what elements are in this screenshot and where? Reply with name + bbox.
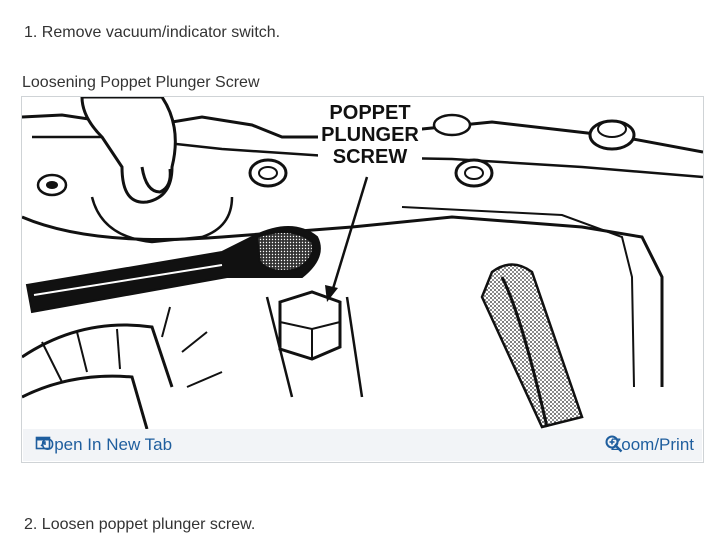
callout-arrow [330,176,369,293]
bolt-hole-right [454,158,494,188]
step-2-text: 2. Loosen poppet plunger screw. [24,516,256,533]
step-1-text: 1. Remove vacuum/indicator switch. [24,24,281,41]
stippled-channel [480,263,584,429]
callout-line-2: PLUNGER [321,124,419,146]
callout-label: POPPET PLUNGER SCREW [318,99,422,168]
poppet-plunger-screw [265,290,364,398]
bolt-hole-left [36,173,68,197]
zoom-print-link[interactable]: Zoom/Print [605,435,694,455]
callout-line-1: POPPET [329,102,410,124]
callout-line-3: SCREW [333,146,408,168]
bolt-head-top-right [432,113,636,151]
bolt-hole-center [248,158,288,188]
figure-toolbar: Open In New Tab Zoom/Print [23,429,702,461]
figure-caption: Loosening Poppet Plunger Screw [22,74,260,91]
open-in-new-tab-link[interactable]: Open In New Tab [35,435,172,455]
poppet-plunger-illustration: POPPET PLUNGER SCREW [22,97,703,429]
zoom-print-label: Zoom/Print [610,435,694,454]
gear-fins [22,306,223,429]
open-in-new-tab-label: Open In New Tab [41,435,173,454]
figure-frame: POPPET PLUNGER SCREW Open In New Tab Zoo… [21,96,704,463]
